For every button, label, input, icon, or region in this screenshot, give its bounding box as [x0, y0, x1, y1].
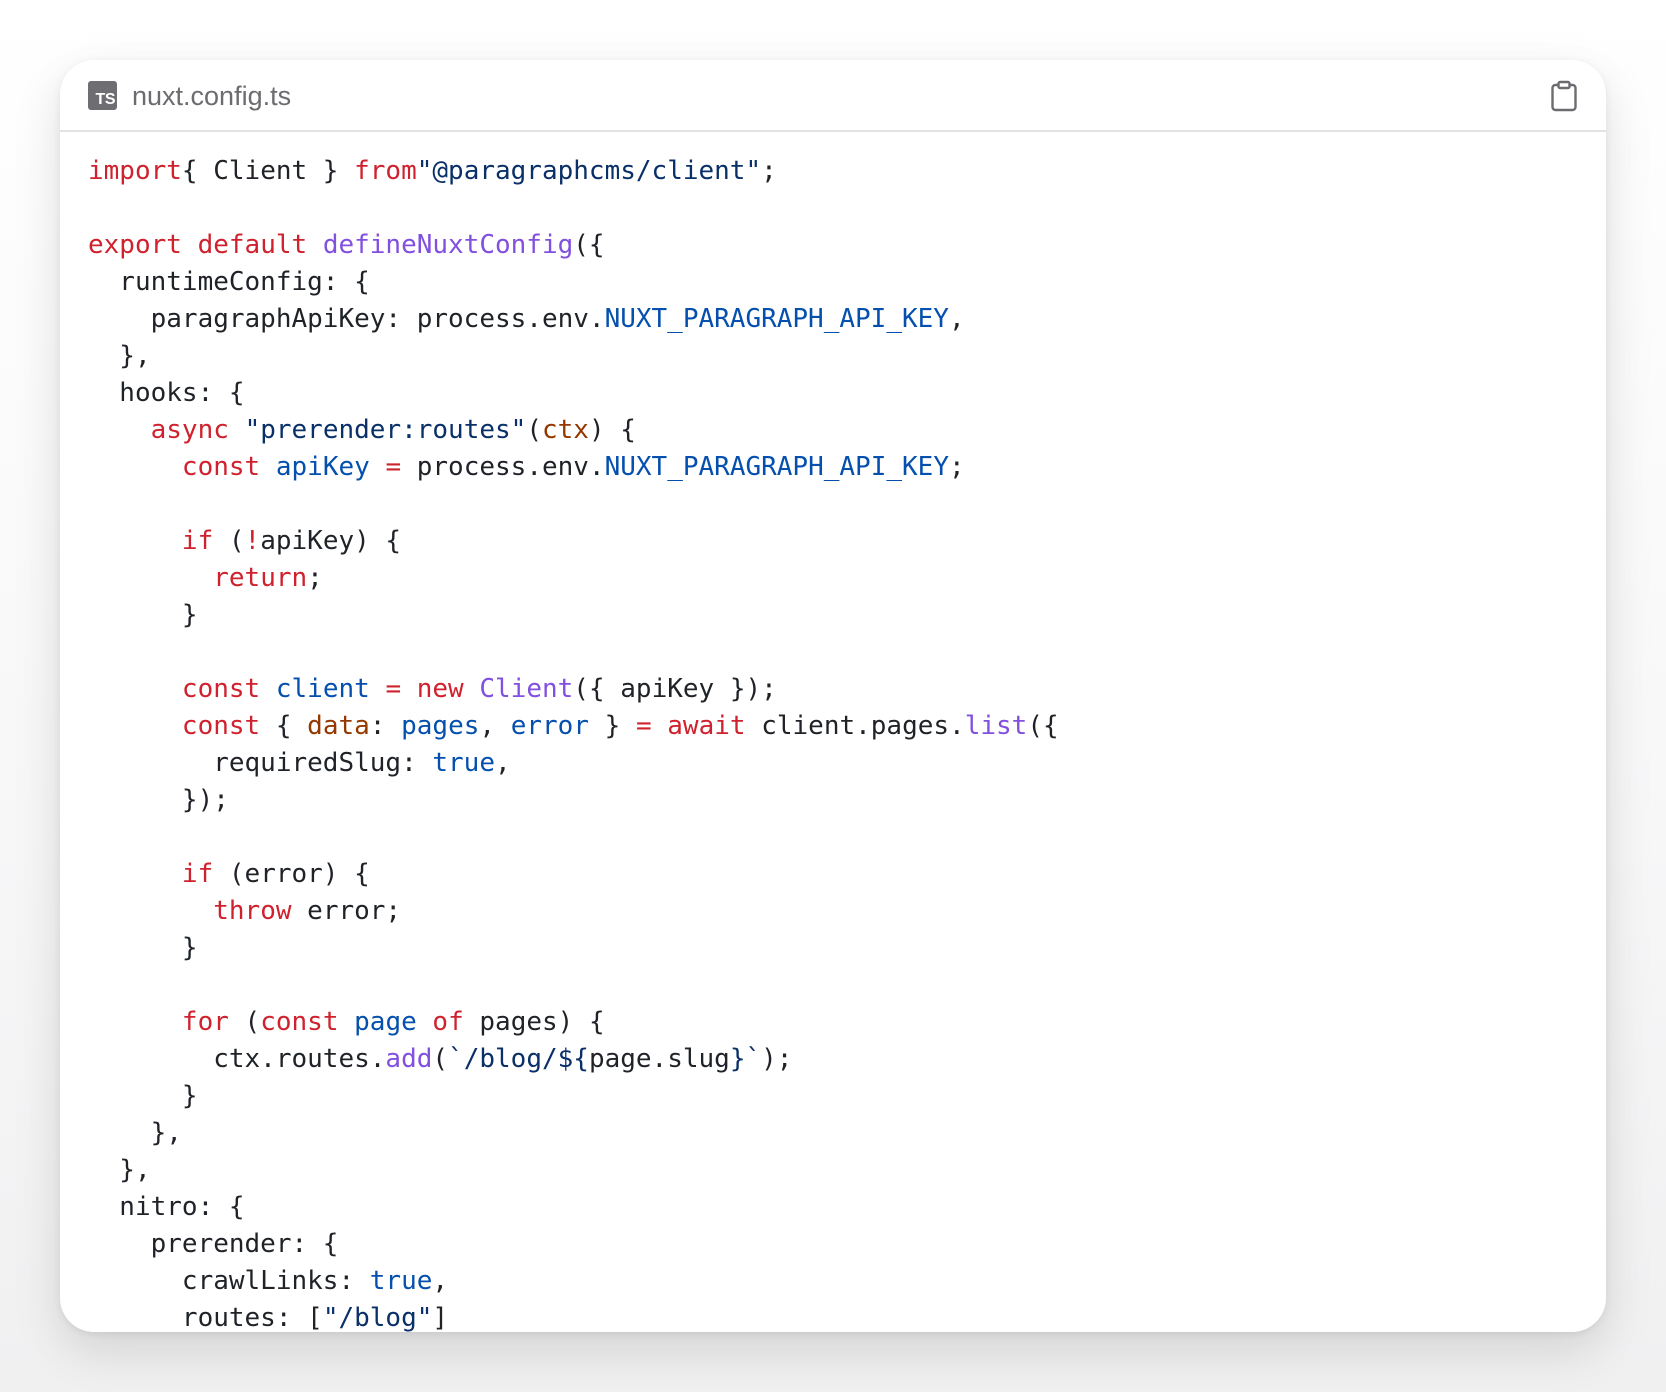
keyword-token: const — [181, 674, 261, 704]
string-token: "prerender:routes" — [244, 415, 527, 445]
copy-code-button[interactable] — [1542, 74, 1586, 118]
function-token: defineNuxtConfig — [322, 230, 574, 260]
code-line: nitro: { — [88, 1192, 245, 1222]
keyword-token: ! — [244, 526, 261, 556]
function-token: list — [964, 711, 1028, 741]
keyword-token: const — [181, 452, 261, 482]
code-line: hooks: { — [88, 378, 245, 408]
code-block[interactable]: import{ Client } from"@paragraphcms/clie… — [60, 132, 1606, 1332]
keyword-token: = — [635, 711, 652, 741]
string-token: "@paragraphcms/client" — [416, 156, 762, 186]
file-name: nuxt.config.ts — [132, 81, 292, 111]
code-line: throw error; — [213, 896, 402, 926]
code-line: if (!apiKey) { — [181, 526, 402, 556]
keyword-token: default — [197, 230, 308, 260]
constant-token: NUXT_PARAGRAPH_API_KEY — [604, 452, 949, 482]
string-token: `/blog/${ — [448, 1044, 589, 1074]
constant-token: pages — [401, 711, 480, 741]
keyword-token: import — [88, 156, 182, 186]
code-line: ctx.routes.add(`/blog/${page.slug}`); — [88, 1044, 793, 1074]
keyword-token: if — [181, 526, 214, 556]
typescript-file-icon: TS — [88, 81, 117, 110]
keyword-token: for — [181, 1007, 229, 1037]
code-line: } — [88, 1081, 198, 1111]
constant-token: true — [432, 748, 495, 778]
keyword-token: of — [432, 1007, 464, 1037]
code-line: for (const page of pages) { — [181, 1007, 605, 1037]
string-token: }` — [729, 1044, 762, 1074]
code-line: }, — [88, 1118, 182, 1148]
code-line: const apiKey = process.env.NUXT_PARAGRAP… — [181, 452, 965, 482]
keyword-token: async — [150, 415, 229, 445]
keyword-token: const — [260, 1007, 339, 1037]
code-line: crawlLinks: true, — [88, 1266, 449, 1296]
function-token: add — [385, 1044, 433, 1074]
code-line: } — [88, 933, 198, 963]
constant-token: error — [510, 711, 589, 741]
code-line: import{ Client } from"@paragraphcms/clie… — [88, 156, 777, 186]
keyword-token: return — [213, 563, 308, 593]
file-type-badge-label: TS — [95, 91, 116, 108]
function-token: Client — [479, 674, 574, 704]
keyword-token: await — [667, 711, 746, 741]
keyword-token: = — [385, 452, 402, 482]
keyword-token: = — [385, 674, 402, 704]
code-line: }); — [88, 785, 229, 815]
keyword-token: throw — [213, 896, 292, 926]
code-line: paragraphApiKey: process.env.NUXT_PARAGR… — [88, 304, 965, 334]
code-line: } — [88, 600, 198, 630]
keyword-token: from — [354, 156, 417, 186]
code-window: TS nuxt.config.ts import{ Client } from"… — [60, 60, 1606, 1332]
code-line: requiredSlug: true, — [88, 748, 511, 778]
code-line: return; — [213, 563, 323, 593]
code-line: async "prerender:routes"(ctx) { — [150, 415, 636, 445]
code-window-header: TS nuxt.config.ts — [60, 60, 1606, 132]
code-line: const client = new Client({ apiKey }); — [181, 674, 777, 704]
keyword-token: export — [88, 230, 182, 260]
constant-token: true — [369, 1266, 433, 1296]
keyword-token: const — [181, 711, 261, 741]
clipboard-icon — [1551, 80, 1577, 112]
parameter-token: ctx — [541, 415, 589, 445]
code-line: prerender: { — [88, 1229, 339, 1259]
string-token: "/blog" — [322, 1303, 433, 1332]
constant-token: page — [354, 1007, 417, 1037]
code-line: }, — [88, 341, 151, 371]
constant-token: NUXT_PARAGRAPH_API_KEY — [604, 304, 949, 334]
code-line: if (error) { — [181, 859, 370, 889]
code-line: routes: ["/blog"] — [88, 1303, 449, 1332]
parameter-token: data — [307, 711, 370, 741]
code-line: const { data: pages, error } = await cli… — [181, 711, 1059, 741]
constant-token: client — [275, 674, 370, 704]
constant-token: apiKey — [275, 452, 370, 482]
code-line: export default defineNuxtConfig({ — [88, 230, 605, 260]
keyword-token: if — [181, 859, 214, 889]
code-line: runtimeConfig: { — [88, 267, 370, 297]
keyword-token: new — [416, 674, 464, 704]
code-line: }, — [88, 1155, 151, 1185]
code-content: import{ Client } from"@paragraphcms/clie… — [88, 153, 1059, 1332]
